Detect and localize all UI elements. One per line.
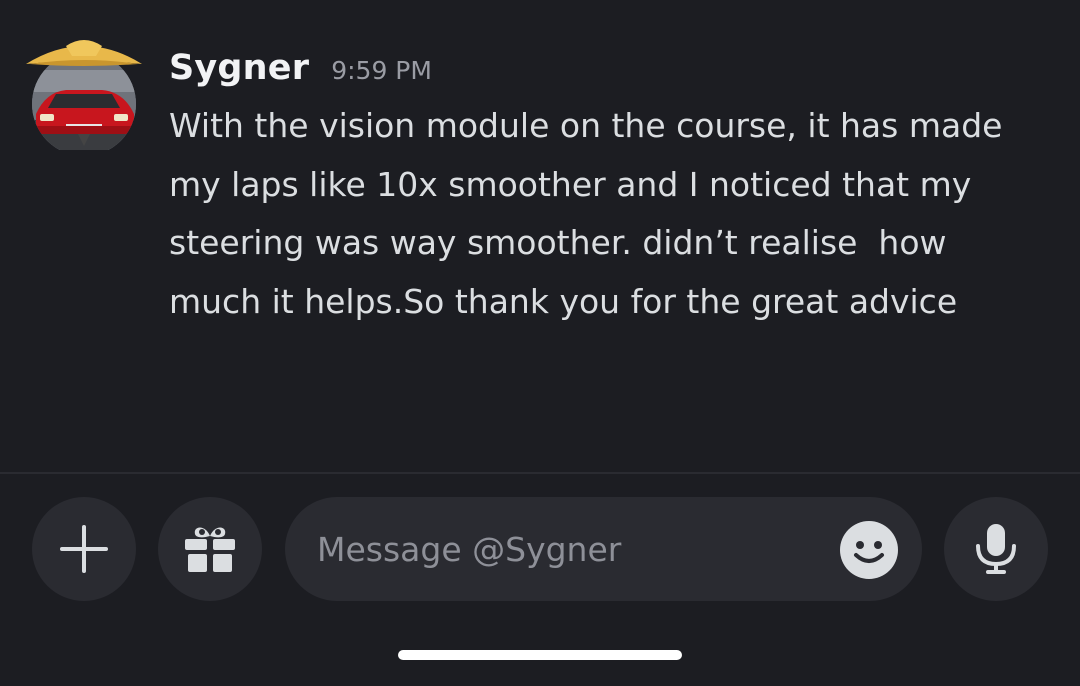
attach-plus-button[interactable] <box>32 497 136 601</box>
home-indicator[interactable] <box>398 650 682 660</box>
microphone-icon <box>976 524 1016 574</box>
avatar-red-car-icon <box>26 40 142 150</box>
chat-message: Sygner 9:59 PM With the vision module on… <box>0 0 1080 472</box>
message-input[interactable] <box>317 497 817 601</box>
message-input-container <box>285 497 922 601</box>
message-timestamp: 9:59 PM <box>331 56 432 85</box>
composer-divider <box>0 472 1080 474</box>
emoji-button[interactable] <box>840 521 898 579</box>
message-header: Sygner 9:59 PM <box>169 48 432 94</box>
username[interactable]: Sygner <box>169 48 309 88</box>
message-text: With the vision module on the course, it… <box>169 106 1013 321</box>
gift-button[interactable] <box>158 497 262 601</box>
plus-icon <box>60 525 108 573</box>
smiley-face-icon <box>840 521 898 579</box>
voice-message-button[interactable] <box>944 497 1048 601</box>
dm-screen: Sygner 9:59 PM With the vision module on… <box>0 0 1080 686</box>
user-avatar[interactable] <box>26 34 142 150</box>
gift-icon <box>185 527 235 572</box>
